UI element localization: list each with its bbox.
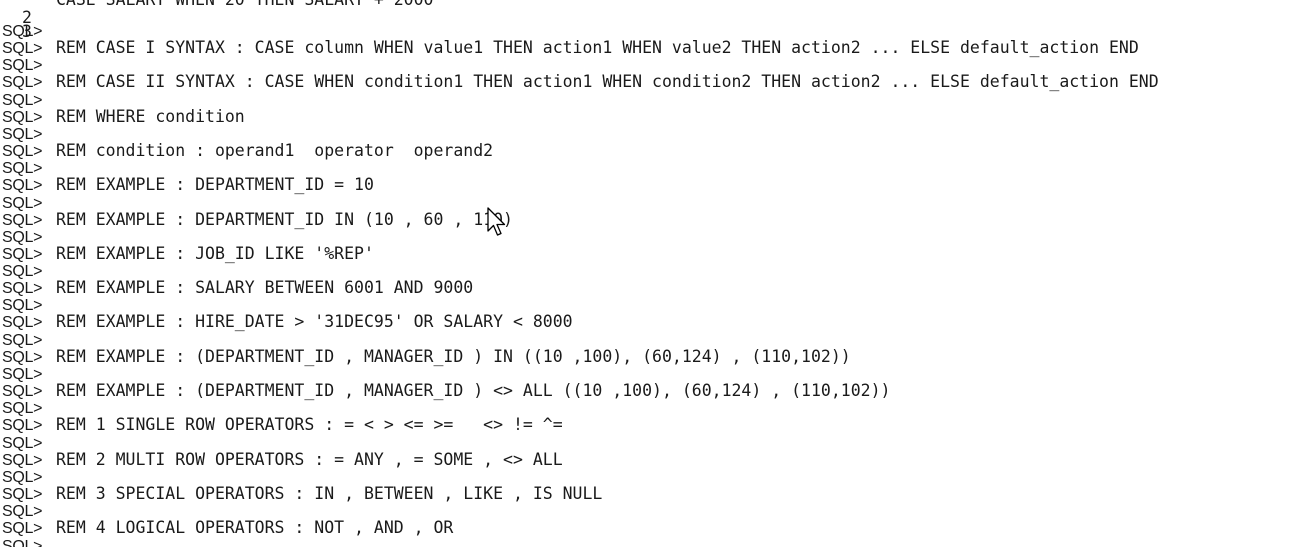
sql-prompt: SQL> — [2, 228, 43, 246]
sql-prompt: SQL> — [2, 125, 43, 143]
sql-prompt: SQL> — [2, 108, 43, 126]
empty-prompt-line: SQL> — [2, 262, 42, 280]
sql-prompt: SQL> — [2, 520, 43, 538]
command-text: REM 4 LOGICAL OPERATORS : NOT , AND , OR — [56, 518, 454, 538]
sql-prompt: SQL> — [2, 245, 43, 263]
sql-prompt: SQL> — [2, 74, 43, 92]
empty-prompt-line: SQL> — [2, 56, 42, 74]
sql-prompt: SQL> — [2, 434, 43, 452]
sql-prompt: SQL> — [2, 297, 43, 315]
command-text: REM 1 SINGLE ROW OPERATORS : = < > <= >=… — [56, 415, 563, 435]
command-text: REM CASE II SYNTAX : CASE WHEN condition… — [56, 72, 1159, 92]
sql-prompt: SQL> — [2, 485, 43, 503]
command-text: REM 3 SPECIAL OPERATORS : IN , BETWEEN ,… — [56, 483, 603, 503]
command-line: SQL> REM EXAMPLE : (DEPARTMENT_ID , MANAG… — [2, 347, 851, 366]
empty-prompt-line: SQL> — [2, 399, 42, 417]
command-text: REM EXAMPLE : DEPARTMENT_ID IN (10 , 60 … — [56, 209, 513, 229]
continuation-text: CASE SALARY WHEN 20 THEN SALARY + 2000 — [56, 0, 434, 9]
command-line: SQL> REM EXAMPLE : JOB_ID LIKE '%REP' — [2, 244, 374, 263]
command-line: SQL> REM 1 SINGLE ROW OPERATORS : = < > <… — [2, 416, 563, 435]
command-text: REM condition : operand1 operator operan… — [56, 140, 494, 160]
sql-prompt: SQL> — [2, 331, 43, 349]
sql-prompt: SQL> — [2, 366, 43, 383]
command-line: SQL> REM WHERE condition — [2, 107, 245, 126]
sql-prompt: SQL> — [2, 160, 43, 178]
command-line: SQL> REM 2 MULTI ROW OPERATORS : = ANY , … — [2, 450, 563, 469]
sql-prompt: SQL> — [2, 211, 43, 229]
sql-prompt: SQL> — [2, 194, 43, 212]
sql-prompt: SQL> — [2, 142, 43, 160]
empty-prompt-line: SQL> — [2, 537, 42, 547]
command-text: REM EXAMPLE : HIRE_DATE > '31DEC95' OR S… — [56, 312, 573, 332]
sqlplus-terminal[interactable]: 2 CASE SALARY WHEN 20 THEN SALARY + 2000… — [0, 0, 1307, 547]
empty-prompt-line: SQL> — [2, 91, 42, 109]
sql-prompt: SQL> — [2, 263, 43, 281]
sql-prompt: SQL> — [2, 91, 43, 109]
empty-prompt-line: SQL> — [2, 194, 42, 212]
mouse-cursor-icon — [487, 207, 506, 236]
empty-prompt-line: SQL> — [2, 434, 42, 452]
command-line: SQL> REM 3 SPECIAL OPERATORS : IN , BETWE… — [2, 484, 602, 503]
empty-prompt-line: SQL> — [2, 468, 42, 486]
empty-prompt-line: SQL> — [2, 228, 42, 246]
sql-prompt: SQL> — [2, 57, 43, 75]
sql-prompt: SQL> — [2, 503, 43, 521]
command-line: SQL> REM EXAMPLE : DEPARTMENT_ID = 10 — [2, 176, 374, 195]
command-line: SQL> REM CASE II SYNTAX : CASE WHEN condi… — [2, 73, 1159, 92]
sql-prompt: SQL> — [2, 468, 43, 486]
command-line: SQL> REM EXAMPLE : (DEPARTMENT_ID , MANAG… — [2, 382, 890, 401]
empty-prompt-line: SQL> — [2, 159, 42, 177]
sql-prompt: SQL> — [2, 383, 43, 400]
empty-prompt-line: SQL> — [2, 365, 42, 383]
command-line: SQL> REM condition : operand1 operator op… — [2, 141, 493, 160]
command-line: SQL> REM EXAMPLE : HIRE_DATE > '31DEC95' … — [2, 313, 573, 332]
command-text: REM EXAMPLE : JOB_ID LIKE '%REP' — [56, 243, 374, 263]
empty-prompt-line: SQL> — [2, 296, 42, 314]
sql-prompt: SQL> — [2, 400, 43, 418]
command-text: REM WHERE condition — [56, 106, 245, 126]
command-text: REM CASE I SYNTAX : CASE column WHEN val… — [56, 38, 1139, 57]
continuation-line: 3 — [2, 5, 42, 41]
sql-prompt: SQL> — [2, 417, 43, 435]
empty-prompt-line: SQL> — [2, 331, 42, 349]
sql-prompt: SQL> — [2, 451, 43, 469]
command-line: SQL> REM EXAMPLE : DEPARTMENT_ID IN (10 ,… — [2, 210, 513, 229]
command-text: REM EXAMPLE : DEPARTMENT_ID = 10 — [56, 175, 374, 195]
empty-prompt-line: SQL> — [2, 22, 42, 40]
empty-prompt-line: SQL> — [2, 502, 42, 520]
sql-prompt: SQL> — [2, 23, 43, 40]
command-line: SQL> REM CASE I SYNTAX : CASE column WHEN… — [2, 39, 1139, 58]
command-text: REM 2 MULTI ROW OPERATORS : = ANY , = SO… — [56, 449, 563, 469]
sql-prompt: SQL> — [2, 314, 43, 332]
command-text: REM EXAMPLE : (DEPARTMENT_ID , MANAGER_I… — [56, 346, 851, 366]
command-line: SQL> REM EXAMPLE : SALARY BETWEEN 6001 AN… — [2, 279, 473, 298]
sql-prompt: SQL> — [2, 348, 43, 366]
empty-prompt-line: SQL> — [2, 125, 42, 143]
command-line: SQL> REM 4 LOGICAL OPERATORS : NOT , AND … — [2, 519, 453, 538]
command-text: REM EXAMPLE : SALARY BETWEEN 6001 AND 90… — [56, 278, 474, 298]
sql-prompt: SQL> — [2, 537, 43, 547]
command-text: REM EXAMPLE : (DEPARTMENT_ID , MANAGER_I… — [56, 381, 891, 400]
sql-prompt: SQL> — [2, 280, 43, 298]
sql-prompt: SQL> — [2, 40, 43, 57]
sql-prompt: SQL> — [2, 177, 43, 195]
